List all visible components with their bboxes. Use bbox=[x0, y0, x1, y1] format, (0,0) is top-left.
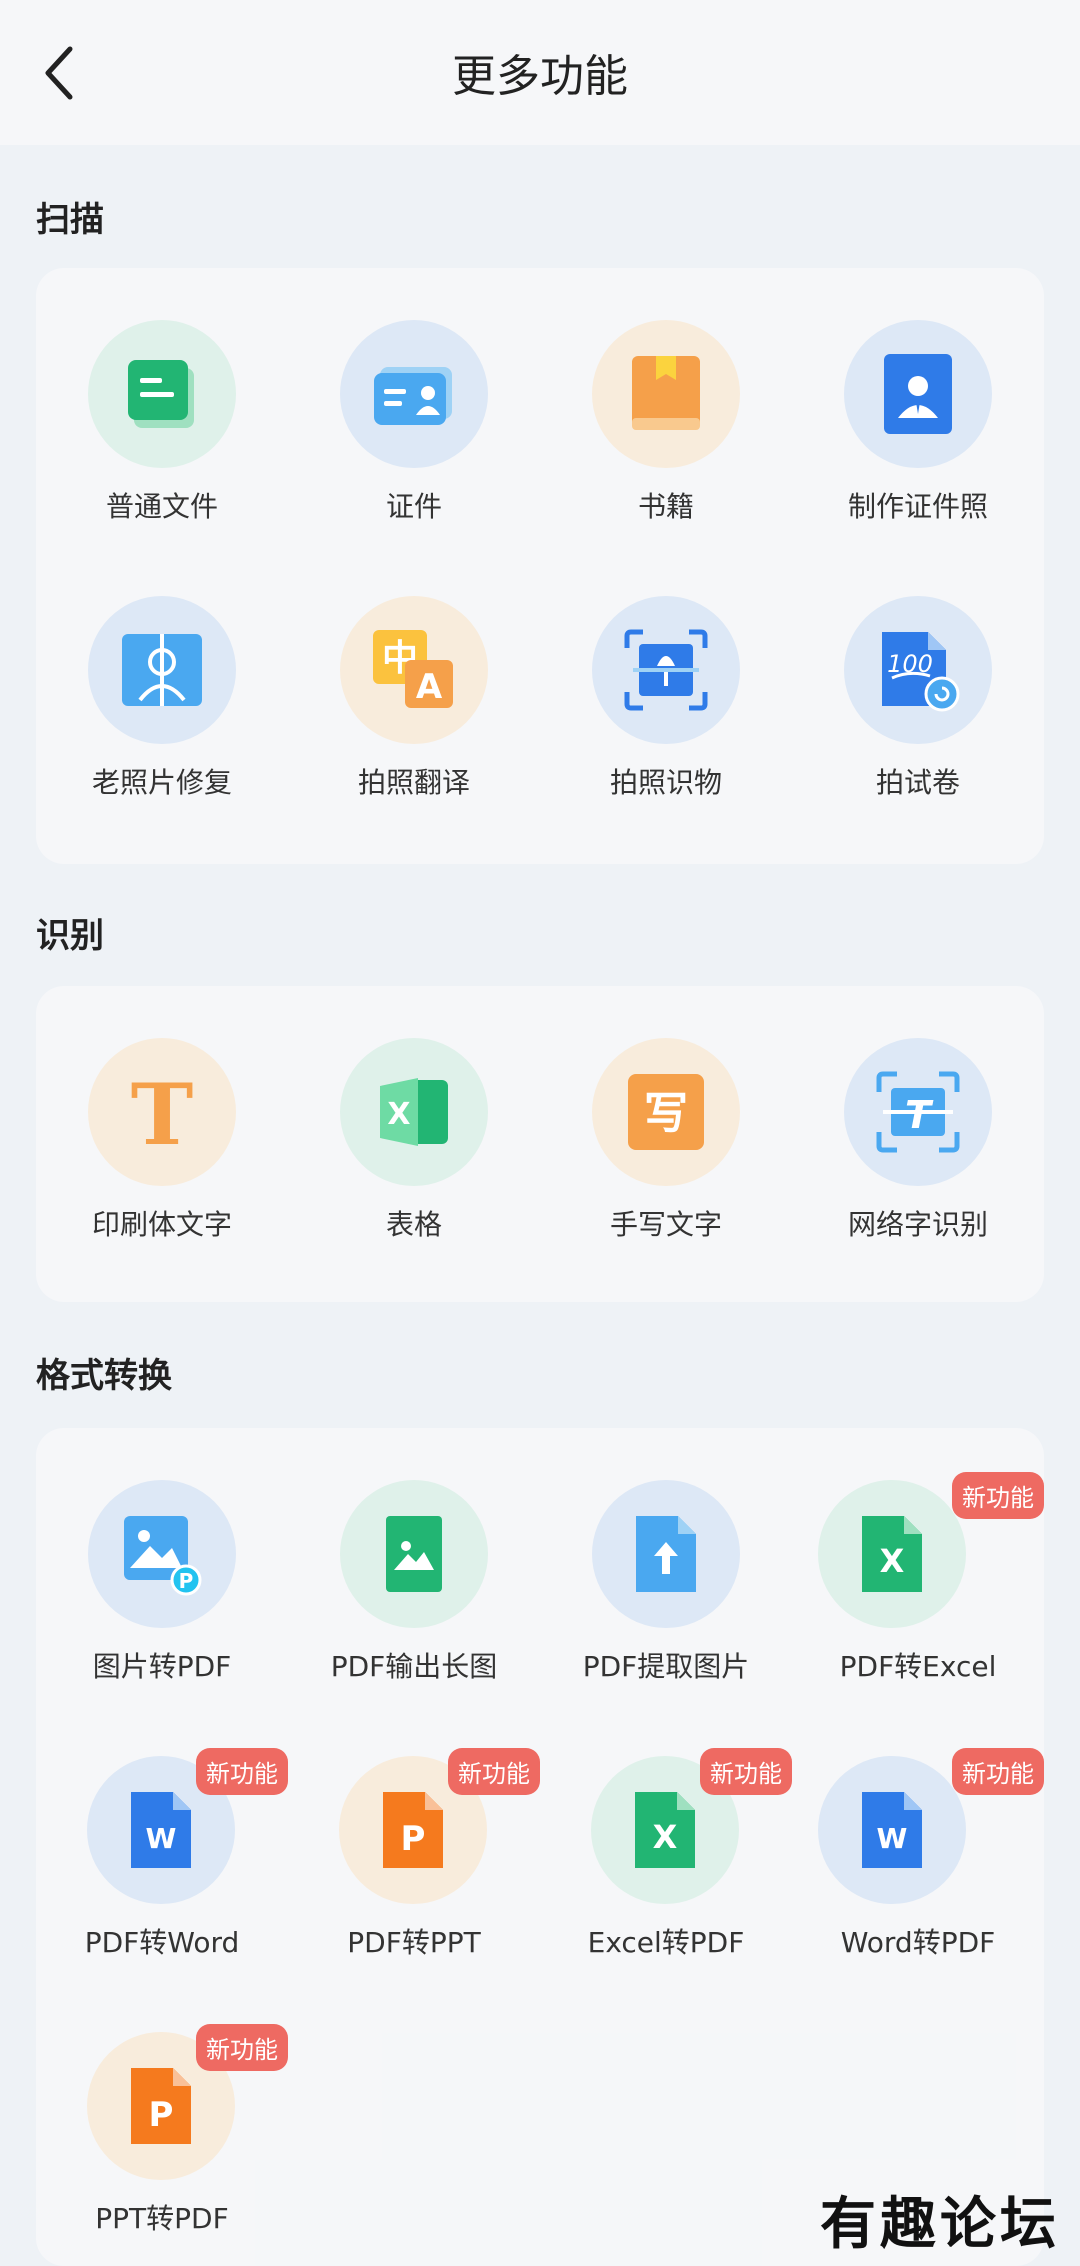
word-file-icon: W bbox=[862, 1792, 922, 1868]
id-photo-icon bbox=[884, 354, 952, 434]
tool-item[interactable]: P 图片转PDF bbox=[36, 1450, 288, 1690]
svg-text:A: A bbox=[416, 667, 443, 707]
section-title-convert: 格式转换 bbox=[36, 1356, 172, 1396]
ppt-file-icon: P bbox=[383, 1792, 444, 1868]
book-icon bbox=[632, 356, 700, 430]
svg-text:W: W bbox=[877, 1822, 908, 1855]
section-title-recognize: 识别 bbox=[36, 916, 104, 956]
print-text-icon: T bbox=[131, 1072, 194, 1152]
tool-item[interactable]: P 新功能 PDF转PPT bbox=[288, 1726, 540, 1966]
word-file-icon: W bbox=[131, 1792, 192, 1868]
svg-text:X: X bbox=[653, 1818, 678, 1856]
tool-item[interactable]: X 表格 bbox=[288, 1008, 540, 1248]
photo-restore-icon bbox=[122, 634, 202, 706]
new-feature-badge: 新功能 bbox=[952, 1472, 1044, 1519]
top-bar: 更多功能 bbox=[0, 0, 1080, 145]
tool-item[interactable]: 制作证件照 bbox=[792, 290, 1044, 530]
svg-text:X: X bbox=[880, 1542, 905, 1580]
tool-item[interactable]: W 新功能 PDF转Word bbox=[36, 1726, 288, 1966]
watermark: 有趣论坛 bbox=[820, 2191, 1060, 2257]
svg-text:W: W bbox=[146, 1822, 177, 1855]
tool-item[interactable]: 证件 bbox=[288, 290, 540, 530]
convert-card: P 图片转PDF PDF输出长图 PDF提取图片 X 新功能 PDF转Excel… bbox=[36, 1428, 1044, 2266]
recognize-card: T 印刷体文字 X 表格 写 手写文字 T 网络字识别 bbox=[36, 986, 1044, 1302]
pdf-extract-image-icon bbox=[636, 1516, 696, 1592]
svg-text:写: 写 bbox=[644, 1088, 688, 1139]
tool-item[interactable]: W 新功能 Word转PDF bbox=[792, 1726, 1044, 1966]
svg-text:X: X bbox=[387, 1097, 410, 1132]
svg-text:P: P bbox=[179, 1569, 194, 1593]
tool-item[interactable]: T 印刷体文字 bbox=[36, 1008, 288, 1248]
new-feature-badge: 新功能 bbox=[196, 1748, 288, 1795]
tool-item[interactable]: 100 拍试卷 bbox=[792, 566, 1044, 806]
translate-icon: 中 A bbox=[373, 630, 453, 708]
excel-file-icon: X bbox=[862, 1516, 922, 1592]
tool-item[interactable]: P 新功能 PPT转PDF bbox=[36, 2002, 288, 2242]
tool-item[interactable]: 写 手写文字 bbox=[540, 1008, 792, 1248]
tool-item[interactable]: 老照片修复 bbox=[36, 566, 288, 806]
new-feature-badge: 新功能 bbox=[952, 1748, 1044, 1795]
object-scan-icon bbox=[624, 629, 708, 711]
tool-item[interactable]: 中 A 拍照翻译 bbox=[288, 566, 540, 806]
exam-paper-icon: 100 bbox=[882, 632, 960, 712]
web-text-scan-icon: T bbox=[876, 1071, 960, 1153]
tool-item[interactable]: PDF输出长图 bbox=[288, 1450, 540, 1690]
tool-item[interactable]: PDF提取图片 bbox=[540, 1450, 792, 1690]
pdf-long-image-icon bbox=[386, 1516, 442, 1592]
tool-item[interactable]: 书籍 bbox=[540, 290, 792, 530]
svg-text:P: P bbox=[149, 2095, 174, 2135]
page-title: 更多功能 bbox=[452, 51, 628, 102]
tool-item[interactable]: X 新功能 PDF转Excel bbox=[792, 1450, 1044, 1690]
tool-item[interactable]: X 新功能 Excel转PDF bbox=[540, 1726, 792, 1966]
section-title-scan: 扫描 bbox=[36, 200, 104, 240]
tool-item[interactable]: 拍照识物 bbox=[540, 566, 792, 806]
svg-text:P: P bbox=[401, 1819, 426, 1859]
id-card-icon bbox=[374, 367, 452, 425]
svg-text:T: T bbox=[131, 1072, 194, 1152]
tool-item[interactable]: 普通文件 bbox=[36, 290, 288, 530]
document-icon bbox=[128, 360, 194, 428]
image-to-pdf-icon: P bbox=[124, 1516, 202, 1596]
new-feature-badge: 新功能 bbox=[196, 2024, 288, 2071]
ppt-file-icon: P bbox=[131, 2068, 192, 2144]
scan-card: 普通文件 证件 书籍 制作证件照 老照片修复 中 A 拍照翻译 拍照识物 100… bbox=[36, 268, 1044, 864]
new-feature-badge: 新功能 bbox=[448, 1748, 540, 1795]
tool-item[interactable]: T 网络字识别 bbox=[792, 1008, 1044, 1248]
excel-table-icon: X bbox=[380, 1078, 448, 1146]
svg-text:T: T bbox=[905, 1093, 934, 1137]
new-feature-badge: 新功能 bbox=[700, 1748, 792, 1795]
excel-file-icon: X bbox=[635, 1792, 696, 1868]
handwriting-icon: 写 bbox=[628, 1074, 704, 1150]
